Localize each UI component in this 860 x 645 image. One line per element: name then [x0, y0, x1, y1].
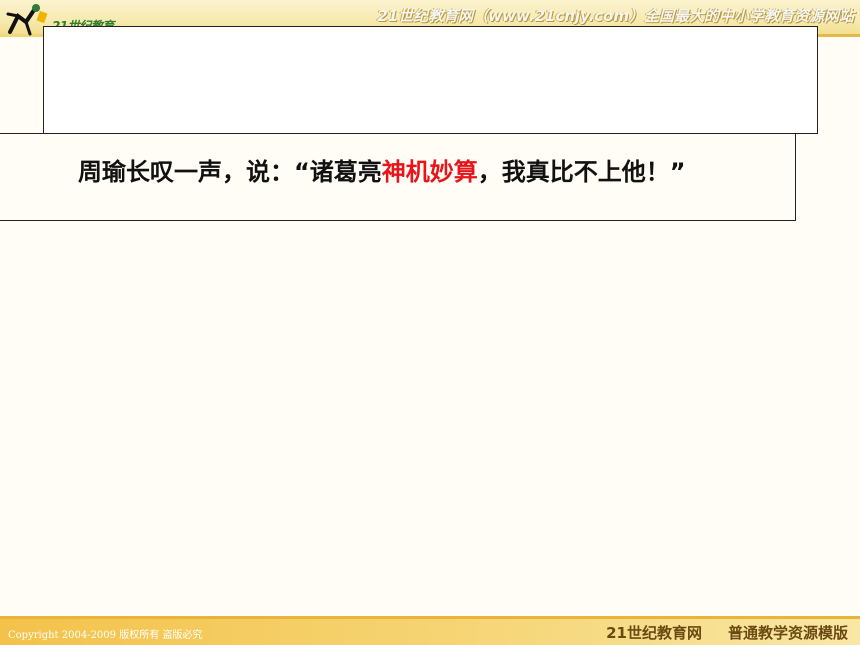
footer-template-name: 普通教学资源模版 — [727, 624, 848, 642]
text-box[interactable]: 周瑜长叹一声，说：“诸葛亮神机妙算，我真比不上他！” — [0, 133, 796, 221]
paragraph-text-end: ，我真比不上他！” — [477, 158, 686, 186]
footer-bar: Copyright 2004-2009 版权所有 盗版必究 21世纪教育网 普通教… — [0, 619, 860, 645]
site-slogan: 21世纪教育网（www.21cnjy.com）全国最大的中小学教育资源网站 — [377, 7, 854, 25]
highlighted-phrase: 神机妙算 — [381, 158, 478, 186]
footer-branding: 21世纪教育网 普通教学资源模版 — [606, 622, 848, 643]
footer-site-name: 21世纪教育网 — [606, 624, 702, 642]
slide-paragraph: 周瑜长叹一声，说：“诸葛亮神机妙算，我真比不上他！” — [0, 134, 795, 189]
copyright-text: Copyright 2004-2009 版权所有 盗版必究 — [8, 630, 203, 641]
title-placeholder[interactable] — [43, 26, 818, 134]
paragraph-text-start: 周瑜长叹一声，说：“诸葛亮 — [78, 158, 382, 186]
